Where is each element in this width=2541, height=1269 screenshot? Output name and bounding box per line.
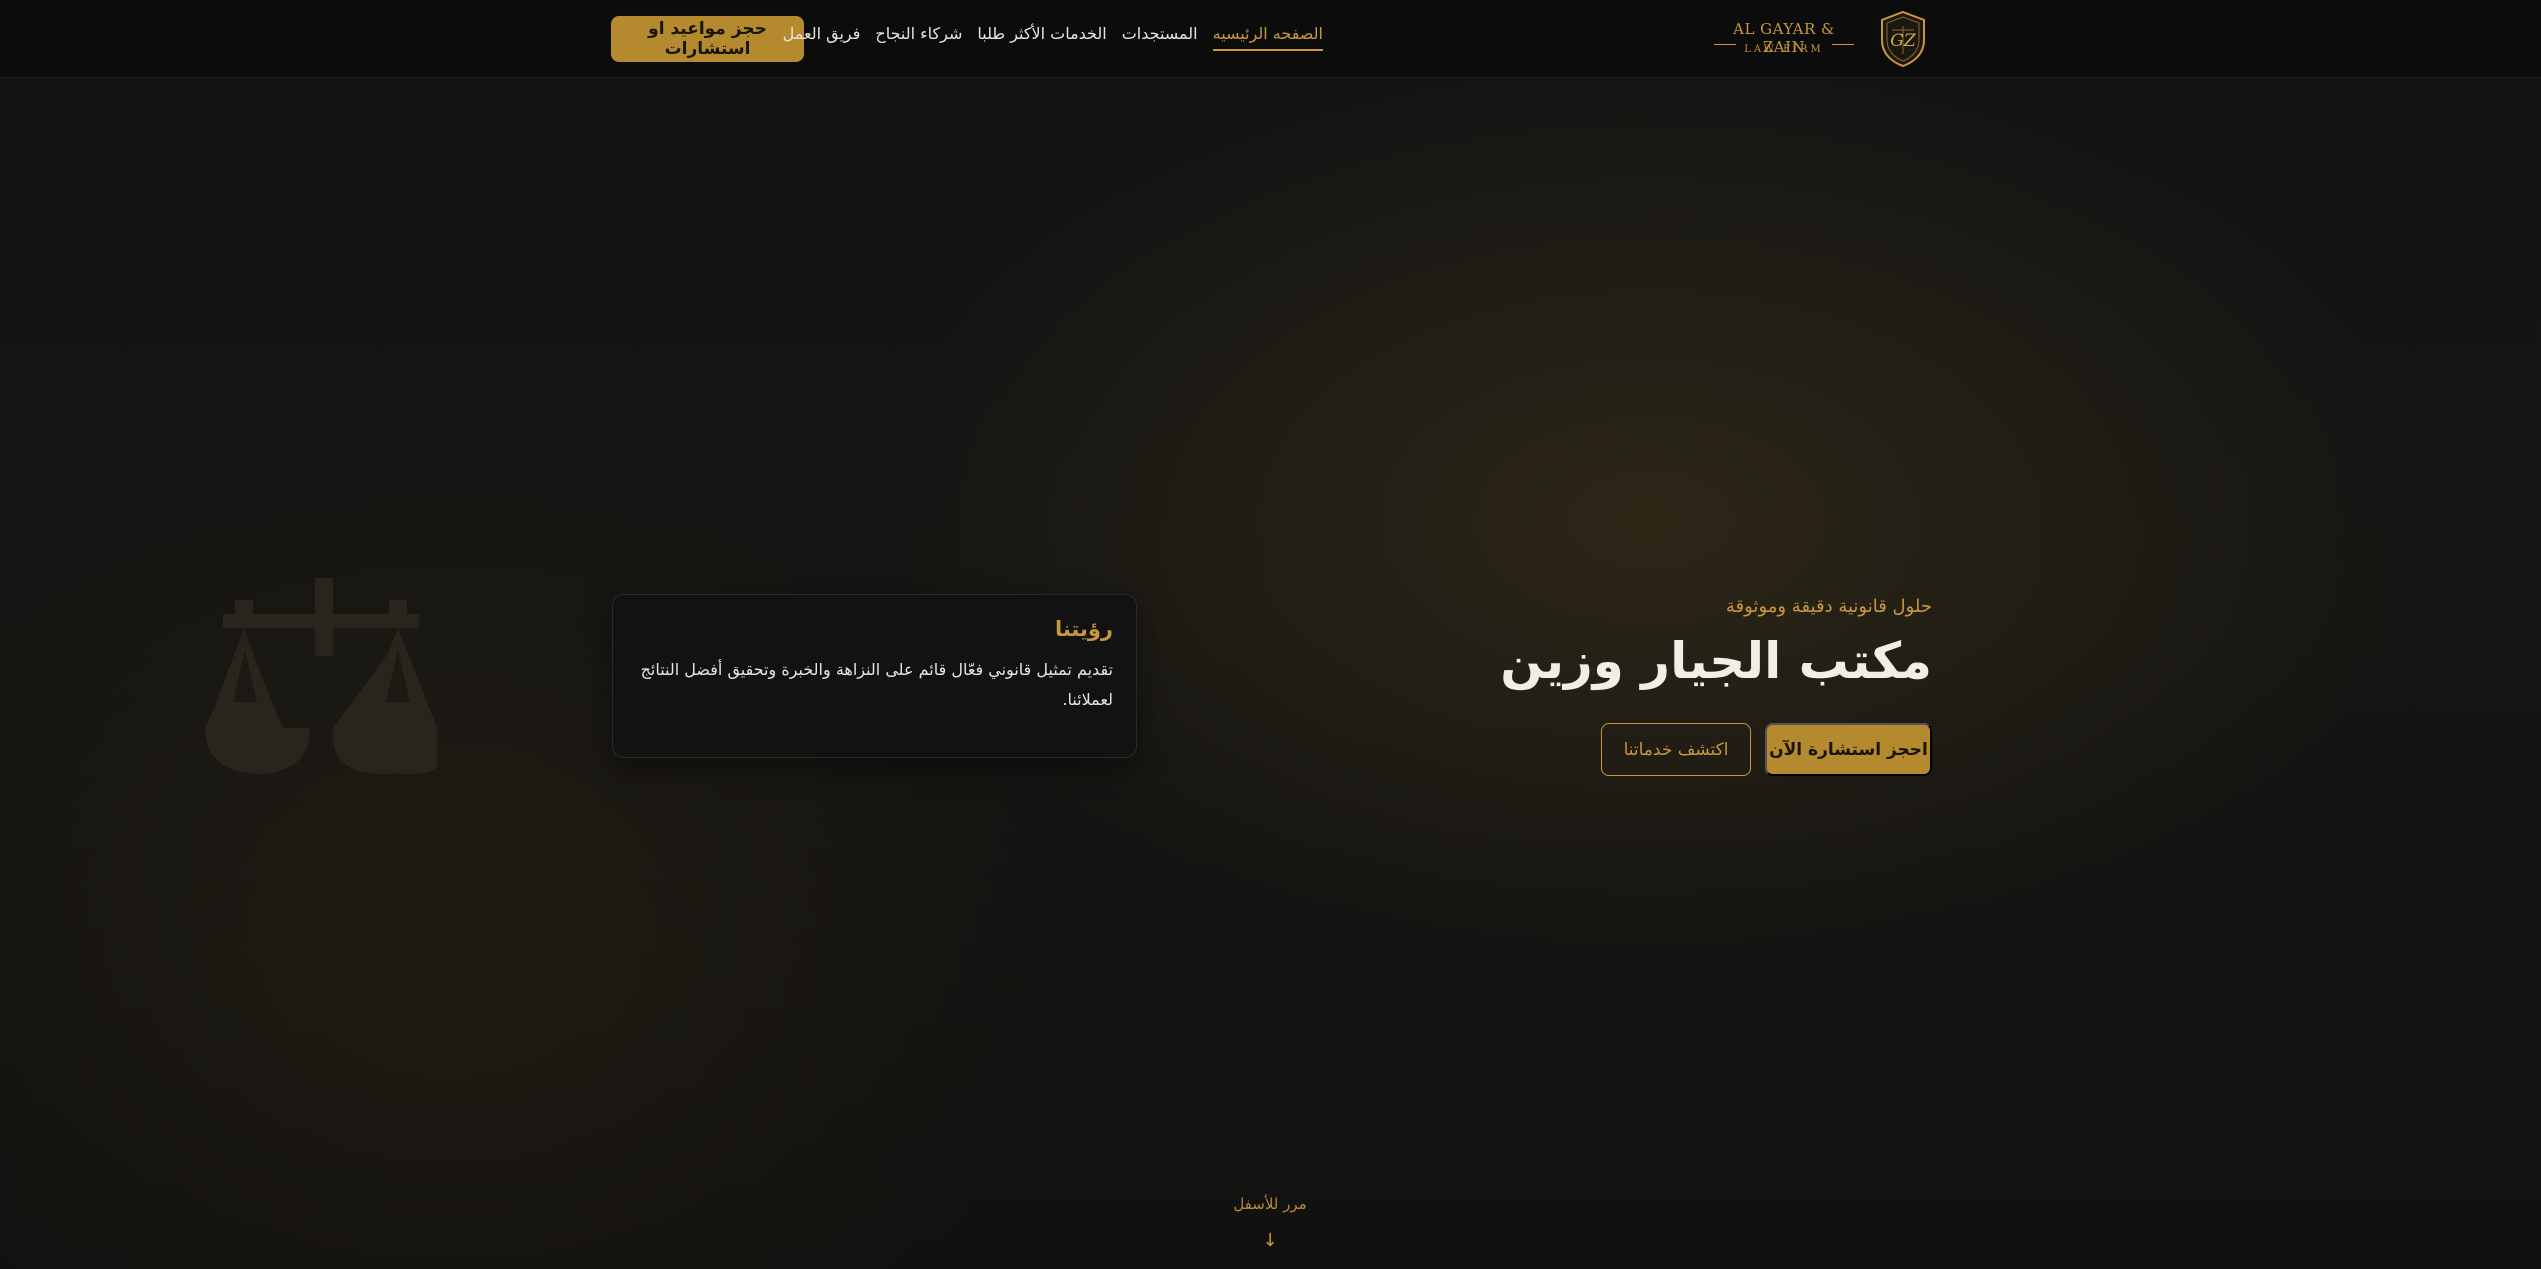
scroll-hint-label[interactable]: مرر للأسفل xyxy=(1170,1195,1370,1213)
top-navbar: حجز مواعيد او استشارات الصفحه الرئيسيه ا… xyxy=(0,0,2541,78)
logo-monogram: GZ xyxy=(1890,31,1917,51)
hero-tagline: حلول قانونية دقيقة وموثوقة xyxy=(1725,596,1932,617)
nav-item-partners[interactable]: شركاء النجاح xyxy=(875,24,962,49)
vision-card: رؤيتنا تقديم تمثيل قانوني فعّال قائم على… xyxy=(612,594,1137,758)
nav-item-team[interactable]: فريق العمل xyxy=(783,24,861,49)
book-appointment-button[interactable]: حجز مواعيد او استشارات xyxy=(611,16,804,62)
explore-services-button[interactable]: اكتشف خدماتنا xyxy=(1601,723,1751,776)
nav-item-services[interactable]: الخدمات الأكثر طلبا xyxy=(977,24,1106,49)
brand-logo[interactable]: AL GAYAR & ZAIN LAW FIRM GZ xyxy=(1714,10,1929,68)
nav-item-news[interactable]: المستجدات xyxy=(1122,24,1198,49)
arrow-down-icon[interactable]: ↓ xyxy=(1250,1230,1290,1251)
logo-subtitle: LAW FIRM xyxy=(1744,44,1824,55)
vision-text: تقديم تمثيل قانوني فعّال قائم على النزاه… xyxy=(640,660,1113,709)
nav-item-home[interactable]: الصفحه الرئيسيه xyxy=(1212,24,1323,51)
hero-title: مكتب الجيار وزين xyxy=(1500,632,1932,690)
page: حجز مواعيد او استشارات الصفحه الرئيسيه ا… xyxy=(0,0,2541,1269)
logo-shield-icon: GZ xyxy=(1881,10,1925,68)
book-consultation-button[interactable]: احجز استشارة الآن xyxy=(1765,723,1932,776)
vision-title: رؤيتنا xyxy=(1054,617,1113,641)
scales-of-justice-icon xyxy=(205,578,437,774)
main-nav: الصفحه الرئيسيه المستجدات الخدمات الأكثر… xyxy=(783,24,1323,56)
